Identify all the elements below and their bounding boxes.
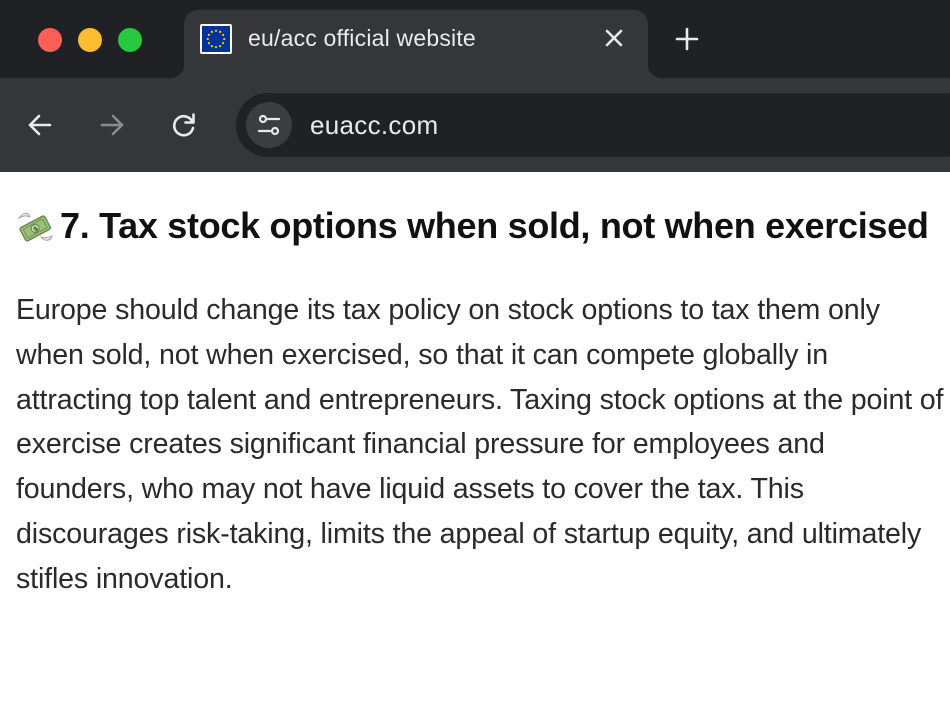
flag-star (219, 30, 222, 33)
flag-star (210, 30, 213, 33)
plus-icon[interactable] (674, 26, 700, 52)
section-heading: $ 7. Tax stock options when sold, not wh… (16, 200, 946, 251)
arrow-left-icon[interactable] (26, 111, 54, 139)
maximize-window-button[interactable] (118, 28, 142, 52)
flag-star (207, 33, 210, 36)
article: $ 7. Tax stock options when sold, not wh… (16, 200, 946, 602)
arrow-right-icon[interactable] (98, 111, 126, 139)
browser-toolbar: euacc.com (0, 78, 950, 172)
reload-icon[interactable] (170, 111, 198, 139)
flag-star (223, 37, 226, 41)
heading-text: 7. Tax stock options when sold, not when… (60, 205, 929, 246)
browser-tab[interactable]: eu/acc official website (170, 10, 662, 78)
flag-star (222, 33, 225, 36)
flag-star (219, 45, 222, 48)
flag-star (222, 42, 225, 45)
flag-star (206, 37, 209, 41)
close-window-button[interactable] (38, 28, 62, 52)
address-bar[interactable]: euacc.com (236, 93, 950, 157)
eu-flag-icon (200, 24, 232, 54)
flag-star (207, 42, 210, 45)
minimize-window-button[interactable] (78, 28, 102, 52)
tab-title: eu/acc official website (248, 25, 476, 51)
tab-bar: eu/acc official website (0, 0, 950, 78)
close-tab-icon[interactable] (602, 26, 626, 50)
money-with-wings-icon: $ (16, 205, 54, 242)
paragraph: Europe should change its tax policy on s… (16, 294, 944, 595)
flag-star (214, 46, 218, 49)
flag-star (210, 45, 213, 48)
tune-icon[interactable] (246, 102, 292, 148)
flag-star (214, 29, 218, 32)
url-text[interactable]: euacc.com (310, 110, 438, 141)
